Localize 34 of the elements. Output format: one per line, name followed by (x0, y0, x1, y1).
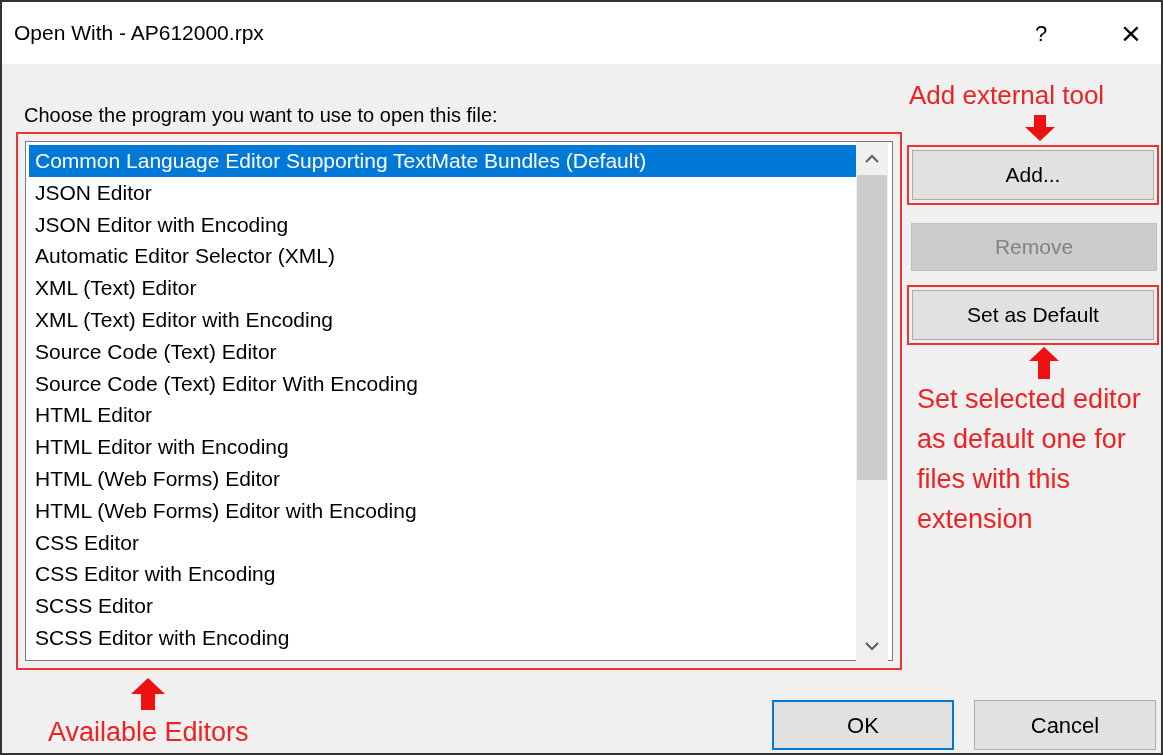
editor-item[interactable]: HTML (Web Forms) Editor (29, 462, 856, 495)
scrollbar-thumb[interactable] (857, 175, 887, 480)
scrollbar[interactable] (856, 142, 888, 663)
editor-item[interactable]: HTML Editor with Encoding (29, 431, 856, 463)
cancel-button[interactable]: Cancel (974, 700, 1156, 750)
editor-item[interactable]: XML (Text) Editor (29, 272, 856, 304)
editor-item[interactable]: JSON Editor (29, 176, 856, 209)
editor-item[interactable]: CSS Editor with Encoding (29, 558, 856, 591)
annotation-text: Available Editors (48, 716, 249, 749)
close-button[interactable]: × (1101, 7, 1161, 59)
scroll-up-icon[interactable] (865, 154, 879, 163)
editor-item[interactable]: Source Code (Text) Editor With Encoding (29, 367, 856, 400)
editor-item[interactable]: JSON Editor with Encoding (29, 208, 856, 241)
scroll-down-icon[interactable] (865, 642, 879, 651)
prompt-label: Choose the program you want to use to open this file: (24, 103, 499, 128)
editor-item[interactable]: CSS Editor (29, 526, 856, 559)
editor-item[interactable]: HTML (Web Forms) Editor with Encoding (29, 494, 856, 527)
editor-item[interactable]: SCSS Editor with Encoding (29, 621, 856, 654)
set-default-button[interactable]: Set as Default (912, 290, 1154, 340)
add-button[interactable]: Add... (912, 150, 1154, 200)
editor-item[interactable]: Source Code (Text) Editor (29, 335, 856, 368)
editor-item[interactable]: Common Language Editor Supporting TextMate Bundles (Default) (29, 145, 856, 177)
down-arrow-icon (1025, 115, 1055, 141)
ok-button[interactable]: OK (772, 700, 954, 750)
editor-item[interactable]: XML (Text) Editor with Encoding (29, 304, 856, 336)
up-arrow-icon (131, 678, 166, 710)
annotation-text: Set selected editor as default one for files with this extension (917, 383, 1142, 536)
help-button[interactable]: ? (1011, 16, 1071, 50)
annotation-text: Add external tool (909, 79, 1105, 112)
window-title: Open With - AP612000.rpx (14, 20, 265, 47)
editor-item[interactable]: SCSS Editor (29, 590, 856, 622)
editor-item[interactable]: HTML Editor (29, 399, 856, 432)
up-arrow-icon (1029, 347, 1059, 379)
editor-item[interactable]: Automatic Editor Selector (XML) (29, 240, 856, 273)
